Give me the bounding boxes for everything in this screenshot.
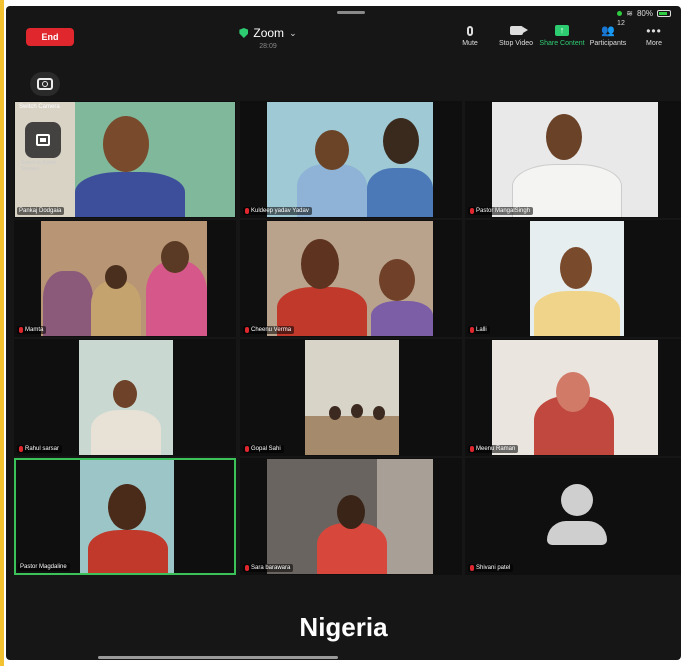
video-tile[interactable]: Gopal Sahi xyxy=(240,339,462,456)
meeting-timer: 28:09 xyxy=(259,43,277,50)
share-content-label: Share Content xyxy=(539,40,585,47)
share-content-button[interactable]: ↑ Share Content xyxy=(539,24,585,47)
participant-name: Meenu Raman xyxy=(468,445,519,453)
wifi-icon: ≋ xyxy=(626,9,633,18)
participant-name: Kuldeep yadav Yadav xyxy=(243,207,312,215)
video-tile[interactable]: Pastor MangalSingh xyxy=(465,101,681,218)
more-button[interactable]: ••• More xyxy=(631,23,677,48)
video-feed xyxy=(41,221,207,336)
switch-view-button[interactable] xyxy=(25,122,61,158)
gallery-view-icon xyxy=(36,134,50,146)
participant-name: Cheenu Verma xyxy=(243,326,295,334)
video-tile[interactable]: Sara barawara xyxy=(240,458,462,575)
video-feed xyxy=(305,340,399,455)
participant-name: Sara barawara xyxy=(243,564,294,572)
mute-label: Mute xyxy=(462,40,478,47)
battery-percent: 80% xyxy=(636,9,653,18)
video-feed xyxy=(267,102,433,217)
switch-camera-button[interactable] xyxy=(30,72,60,96)
mic-muted-icon xyxy=(19,446,23,452)
video-feed xyxy=(530,221,624,336)
participants-count: 12 xyxy=(617,20,625,27)
video-tile[interactable]: Kuldeep yadav Yadav xyxy=(240,101,462,218)
video-feed xyxy=(492,102,658,217)
camera-icon xyxy=(37,78,53,90)
mic-muted-icon xyxy=(19,327,23,333)
mic-icon xyxy=(467,25,473,36)
video-tile[interactable]: Shivani patel xyxy=(465,458,681,575)
default-avatar-body xyxy=(547,521,607,545)
participant-name: Pankaj Dodgaia xyxy=(17,207,65,215)
switch-view-caption: Switch to Active Speaker xyxy=(21,160,57,172)
mic-muted-icon xyxy=(245,446,249,452)
left-edge-strip xyxy=(0,0,4,666)
mic-muted-icon xyxy=(470,208,474,214)
meeting-toolbar: Mute Stop Video ↑ Share Content 👥 12 Par… xyxy=(447,20,677,48)
video-feed xyxy=(492,340,658,455)
video-tile[interactable]: Switch Camera Switch to Active Speaker P… xyxy=(14,101,236,218)
video-tile[interactable]: Rahul sarsar xyxy=(14,339,236,456)
home-indicator[interactable] xyxy=(98,656,338,659)
video-tile[interactable]: Meenu Raman xyxy=(465,339,681,456)
zoom-meeting-window: ≋ 80% End Zoom ⌄ 28:09 Mute Stop Video ↑… xyxy=(6,6,681,660)
video-tile[interactable]: Mamta xyxy=(14,220,236,337)
mute-button[interactable]: Mute xyxy=(447,24,493,47)
stop-video-button[interactable]: Stop Video xyxy=(493,24,539,47)
mic-muted-icon xyxy=(245,208,249,214)
participants-icon: 👥 xyxy=(601,25,615,37)
share-arrow-icon: ↑ xyxy=(555,25,569,36)
more-label: More xyxy=(646,40,662,47)
participant-name: Mamta xyxy=(17,326,47,334)
participant-name: Pastor Magdaline xyxy=(18,563,70,571)
video-camera-icon xyxy=(509,26,528,35)
mic-muted-icon xyxy=(470,565,474,571)
participant-name: Rahul sarsar xyxy=(17,445,63,453)
mic-muted-icon xyxy=(245,565,249,571)
video-tile-active-speaker[interactable]: Pastor Magdaline xyxy=(14,458,236,575)
participants-button[interactable]: 👥 12 Participants xyxy=(585,20,631,47)
switch-camera-label[interactable]: Switch Camera xyxy=(19,104,60,110)
shield-icon xyxy=(239,28,249,38)
mic-muted-icon xyxy=(470,446,474,452)
app-title: Zoom xyxy=(253,26,285,40)
participant-name: Gopal Sahi xyxy=(243,445,284,453)
participant-name: Lalli xyxy=(468,326,490,334)
more-dots-icon: ••• xyxy=(646,23,662,38)
meeting-title[interactable]: Zoom ⌄ 28:09 xyxy=(228,26,308,50)
video-feed xyxy=(80,460,174,573)
video-feed xyxy=(79,340,173,455)
mic-muted-icon xyxy=(470,327,474,333)
mic-muted-icon xyxy=(245,327,249,333)
top-drag-handle[interactable] xyxy=(337,11,365,14)
stop-video-label: Stop Video xyxy=(498,40,534,47)
status-bar: ≋ 80% xyxy=(617,9,671,18)
default-avatar-icon xyxy=(561,484,593,516)
battery-icon xyxy=(657,10,671,17)
recording-dot-icon xyxy=(617,11,623,16)
participant-name: Shivani patel xyxy=(468,564,514,572)
chevron-down-icon: ⌄ xyxy=(289,27,297,38)
end-meeting-button[interactable]: End xyxy=(26,28,74,46)
location-caption: Nigeria xyxy=(299,612,388,642)
video-tile[interactable]: Lalli xyxy=(465,220,681,337)
participants-label: Participants xyxy=(589,40,627,47)
participant-name: Pastor MangalSingh xyxy=(468,207,534,215)
video-feed xyxy=(267,221,433,336)
video-tile[interactable]: Cheenu Verma xyxy=(240,220,462,337)
video-feed xyxy=(267,459,433,574)
